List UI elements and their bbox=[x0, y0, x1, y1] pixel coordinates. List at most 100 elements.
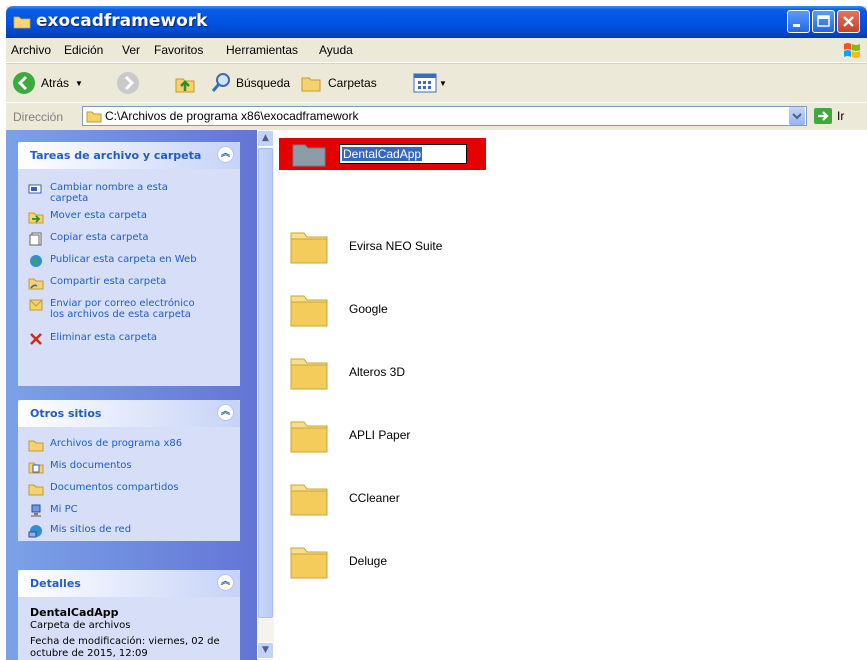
place-network[interactable]: Mis sitios de red bbox=[28, 524, 131, 538]
file-tasks-panel: Tareas de archivo y carpeta ︽ Cambiar no… bbox=[18, 142, 240, 386]
menu-archivo[interactable]: Archivo bbox=[11, 43, 51, 57]
rename-input[interactable]: DentalCadApp bbox=[339, 144, 467, 164]
folders-button[interactable]: Carpetas bbox=[299, 70, 377, 96]
details-header[interactable]: Detalles ︽ bbox=[18, 570, 240, 597]
email-icon bbox=[29, 299, 43, 311]
details-title: Detalles bbox=[30, 577, 81, 590]
menu-herramientas[interactable]: Herramientas bbox=[226, 43, 298, 57]
close-icon bbox=[843, 16, 854, 27]
task-move[interactable]: Mover esta carpeta bbox=[28, 210, 147, 224]
task-rename[interactable]: Cambiar nombre a esta carpeta bbox=[28, 182, 200, 204]
menu-favoritos[interactable]: Favoritos bbox=[154, 43, 203, 57]
file-item[interactable]: Evirsa NEO Suite bbox=[288, 225, 442, 267]
explorer-window: exocadframework Archivo Edición Ver Favo… bbox=[6, 6, 867, 660]
details-panel: Detalles ︽ DentalCadApp Carpeta de archi… bbox=[18, 570, 240, 660]
file-name: Google bbox=[349, 302, 388, 316]
file-tasks-header[interactable]: Tareas de archivo y carpeta ︽ bbox=[18, 142, 240, 169]
maximize-button[interactable] bbox=[812, 10, 835, 33]
task-copy[interactable]: Copiar esta carpeta bbox=[28, 232, 149, 246]
toolbar: Atrás ▼ Búsqueda Carpetas ▼ bbox=[6, 63, 867, 103]
views-icon bbox=[413, 73, 437, 93]
task-publish-web[interactable]: Publicar esta carpeta en Web bbox=[28, 254, 197, 268]
collapse-chevron-icon[interactable]: ︽ bbox=[217, 574, 234, 591]
file-name: CCleaner bbox=[349, 491, 400, 505]
file-name: Alteros 3D bbox=[349, 365, 406, 379]
folders-label: Carpetas bbox=[328, 76, 377, 90]
minimize-icon bbox=[793, 24, 800, 27]
go-button[interactable]: Ir bbox=[813, 107, 844, 125]
folder-icon bbox=[290, 232, 328, 264]
scroll-down-button[interactable]: ▼ bbox=[257, 642, 274, 659]
go-label: Ir bbox=[837, 109, 845, 123]
chevron-down-icon bbox=[792, 113, 802, 120]
file-item[interactable]: CCleaner bbox=[288, 477, 400, 519]
address-bar: Dirección C:\Archivos de programa x86\ex… bbox=[6, 102, 867, 130]
maximize-icon bbox=[817, 15, 830, 27]
task-pane: Tareas de archivo y carpeta ︽ Cambiar no… bbox=[6, 130, 257, 660]
folder-icon bbox=[290, 358, 328, 390]
folder-icon bbox=[290, 547, 328, 579]
views-dropdown-icon: ▼ bbox=[439, 78, 447, 88]
network-places-icon bbox=[28, 525, 42, 538]
file-name: Evirsa NEO Suite bbox=[349, 239, 443, 253]
address-dropdown-button[interactable] bbox=[789, 107, 805, 125]
place-my-documents[interactable]: Mis documentos bbox=[28, 460, 132, 474]
search-button[interactable]: Búsqueda bbox=[209, 70, 290, 96]
search-label: Búsqueda bbox=[236, 76, 291, 90]
details-item-type: Carpeta de archivos bbox=[30, 620, 131, 631]
place-program-files[interactable]: Archivos de programa x86 bbox=[28, 438, 182, 452]
views-button[interactable]: ▼ bbox=[412, 70, 447, 96]
file-tasks-title: Tareas de archivo y carpeta bbox=[30, 149, 202, 162]
up-folder-icon bbox=[175, 78, 195, 93]
close-button[interactable] bbox=[837, 10, 860, 33]
collapse-chevron-icon[interactable]: ︽ bbox=[217, 146, 234, 163]
copy-icon bbox=[29, 232, 42, 246]
title-bar[interactable]: exocadframework bbox=[6, 6, 867, 38]
task-share[interactable]: Compartir esta carpeta bbox=[28, 276, 166, 290]
folder-icon bbox=[86, 111, 102, 123]
back-arrow-icon bbox=[13, 72, 35, 94]
scroll-up-button[interactable]: ▲ bbox=[257, 130, 274, 147]
place-shared-documents[interactable]: Documentos compartidos bbox=[28, 482, 179, 496]
back-label: Atrás bbox=[41, 76, 70, 90]
other-places-header[interactable]: Otros sitios ︽ bbox=[18, 400, 240, 427]
windows-logo-icon bbox=[844, 43, 860, 58]
shared-folder-icon bbox=[28, 484, 44, 496]
forward-button[interactable] bbox=[116, 70, 140, 96]
details-item-name: DentalCadApp bbox=[30, 606, 119, 619]
file-name-selected: DentalCadApp bbox=[342, 147, 423, 161]
file-item[interactable]: Deluge bbox=[288, 540, 387, 582]
collapse-chevron-icon[interactable]: ︽ bbox=[217, 404, 234, 421]
details-modified: Fecha de modificación: viernes, 02 de oc… bbox=[30, 636, 220, 659]
folder-icon bbox=[290, 421, 328, 453]
delete-x-icon bbox=[30, 333, 42, 345]
move-folder-icon bbox=[28, 212, 44, 224]
minimize-button[interactable] bbox=[787, 10, 810, 33]
menu-ayuda[interactable]: Ayuda bbox=[319, 43, 353, 57]
address-label: Dirección bbox=[13, 110, 64, 124]
back-dropdown-icon[interactable]: ▼ bbox=[75, 79, 83, 88]
place-my-computer[interactable]: Mi PC bbox=[28, 504, 78, 518]
file-item[interactable]: Google bbox=[288, 288, 388, 330]
back-button[interactable]: Atrás ▼ bbox=[12, 70, 83, 96]
menu-ver[interactable]: Ver bbox=[122, 43, 140, 57]
address-input[interactable]: C:\Archivos de programa x86\exocadframew… bbox=[82, 106, 807, 126]
task-pane-scrollbar[interactable]: ▲ ▼ bbox=[257, 130, 274, 660]
file-list: DentalCadApp Evirsa NEO Suite Google Alt… bbox=[274, 130, 867, 660]
file-item[interactable]: APLI Paper bbox=[288, 414, 410, 456]
folder-icon bbox=[13, 16, 31, 29]
task-email[interactable]: Enviar por correo electrónico los archiv… bbox=[28, 298, 210, 320]
file-item[interactable]: Alteros 3D bbox=[288, 351, 405, 393]
task-delete[interactable]: Eliminar esta carpeta bbox=[28, 332, 157, 346]
computer-icon bbox=[31, 504, 41, 517]
scroll-thumb[interactable] bbox=[258, 148, 273, 618]
up-folder-button[interactable] bbox=[173, 70, 197, 96]
globe-icon bbox=[30, 255, 42, 267]
share-folder-icon bbox=[28, 278, 44, 290]
my-documents-icon bbox=[28, 462, 44, 474]
search-icon bbox=[211, 73, 230, 92]
forward-arrow-icon bbox=[117, 72, 139, 94]
address-path: C:\Archivos de programa x86\exocadframew… bbox=[105, 109, 359, 123]
menu-edicion[interactable]: Edición bbox=[64, 43, 103, 57]
menu-bar: Archivo Edición Ver Favoritos Herramient… bbox=[6, 38, 867, 63]
